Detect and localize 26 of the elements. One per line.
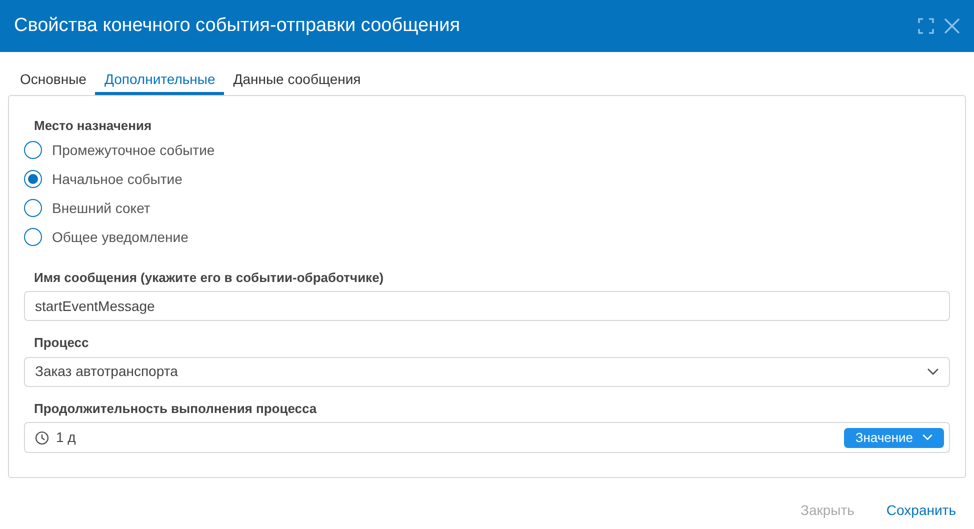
close-icon[interactable] [944, 18, 960, 34]
tab[interactable]: Дополнительные [95, 66, 224, 95]
input-field[interactable]: startEventMessage [24, 291, 950, 321]
tab[interactable]: Данные сообщения [224, 66, 370, 95]
maximize-icon[interactable] [918, 18, 934, 34]
radio-button[interactable] [24, 199, 42, 217]
field-label: Продолжительность выполнения процесса [34, 400, 318, 418]
field-label: Место назначения [34, 117, 153, 135]
duration-field[interactable]: 1 д Значение [24, 422, 950, 453]
duration-value: 1 д [56, 428, 77, 447]
radio-button[interactable] [24, 170, 42, 188]
chevron-down-icon [927, 368, 939, 376]
radio-button[interactable] [24, 228, 42, 246]
radio-button[interactable] [24, 141, 42, 159]
field-label: Процесс [34, 334, 90, 352]
radio-option[interactable]: Общее уведомление [24, 222, 950, 252]
radio-option[interactable]: Начальное событие [24, 164, 950, 194]
process-dropdown[interactable]: Заказ автотранспорта [24, 356, 950, 386]
footer-button[interactable]: Сохранить [886, 500, 956, 521]
chevron-down-icon [922, 434, 933, 441]
radio-option[interactable]: Внешний сокет [24, 194, 950, 222]
field-label: Имя сообщения (укажите его в событии-обработчике) [34, 268, 385, 287]
window-title: Свойства конечного события-отправки сообщения [14, 14, 461, 38]
tab[interactable]: Основные [11, 66, 96, 95]
clock-icon [35, 430, 49, 444]
radio-option[interactable]: Промежуточное событие [24, 136, 950, 164]
